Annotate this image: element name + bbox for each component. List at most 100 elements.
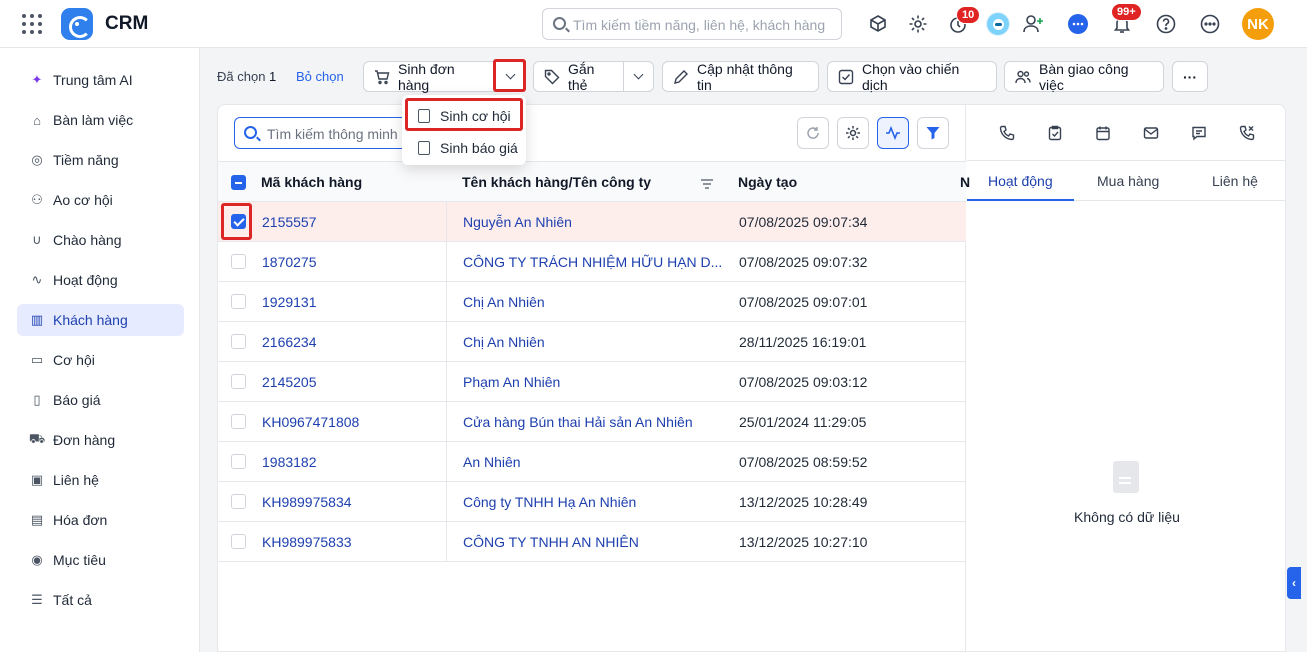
table-row[interactable]: 2166234 Chị An Nhiên 28/11/2025 16:19:01 <box>218 322 966 362</box>
customer-name[interactable]: Chị An Nhiên <box>463 294 545 310</box>
call-log-icon[interactable] <box>1239 125 1255 141</box>
app-launcher-icon[interactable] <box>22 14 42 34</box>
sidebar-item-opportunities[interactable]: ▭ Cơ hội <box>17 344 184 376</box>
collapse-panel-button[interactable]: ‹ <box>1287 567 1301 599</box>
customer-code[interactable]: 1983182 <box>262 454 317 470</box>
tag-icon <box>544 69 560 85</box>
row-checkbox[interactable] <box>231 374 246 389</box>
calendar-icon[interactable] <box>1095 125 1111 141</box>
help-icon[interactable] <box>1154 12 1178 36</box>
pencil-icon <box>673 69 689 85</box>
column-header-name[interactable]: Tên khách hàng/Tên công ty <box>462 174 651 190</box>
customer-code[interactable]: 1870275 <box>262 254 317 270</box>
column-divider <box>446 282 447 322</box>
chat-icon[interactable] <box>1066 12 1090 36</box>
box-search-icon[interactable] <box>866 12 890 36</box>
sidebar-item-leads[interactable]: ◎ Tiềm năng <box>17 144 184 176</box>
row-checkbox[interactable] <box>231 294 246 309</box>
customer-name[interactable]: CÔNG TY TRÁCH NHIỆM HỮU HẠN D... <box>463 254 722 270</box>
sidebar-item-all[interactable]: ☰ Tất cả <box>17 584 184 616</box>
settings-icon[interactable] <box>906 12 930 36</box>
table-row[interactable]: 1870275 CÔNG TY TRÁCH NHIỆM HỮU HẠN D... 0… <box>218 242 966 282</box>
sidebar-item-offers[interactable]: ∪ Chào hàng <box>17 224 184 256</box>
tag-button[interactable]: Gắn thẻ <box>533 61 654 93</box>
customer-code[interactable]: 2166234 <box>262 334 317 350</box>
tab-contacts[interactable]: Liên hệ <box>1212 173 1258 189</box>
table-row[interactable]: 2145205 Phạm An Nhiên 07/08/2025 09:03:12 <box>218 362 966 402</box>
table-row[interactable]: KH989975834 Công ty TNHH Hạ An Nhiên 13/12… <box>218 482 966 522</box>
sidebar-item-contacts[interactable]: ▣ Liên hệ <box>17 464 184 496</box>
column-header-code[interactable]: Mã khách hàng <box>261 174 362 190</box>
page-scrollbar[interactable] <box>1301 48 1307 652</box>
tab-activities[interactable]: Hoạt động <box>988 173 1053 189</box>
sidebar-item-ai-center[interactable]: ✦ Trung tâm AI <box>17 64 184 96</box>
sidebar-item-opportunity-pool[interactable]: ⚇ Ao cơ hội <box>17 184 184 216</box>
row-checkbox[interactable] <box>231 534 246 549</box>
global-search-input[interactable] <box>573 15 833 35</box>
tag-dropdown-toggle[interactable] <box>623 62 653 91</box>
user-avatar[interactable]: NK <box>1242 8 1274 40</box>
building-icon: ▥ <box>30 312 44 327</box>
global-search[interactable] <box>542 8 842 40</box>
table-row[interactable]: KH989975833 CÔNG TY TNHH AN NHIÊN 13/12/20… <box>218 522 966 562</box>
add-to-campaign-button[interactable]: Chọn vào chiến dịch <box>827 61 997 93</box>
row-checkbox[interactable] <box>231 414 246 429</box>
customer-name[interactable]: Cửa hàng Bún thai Hải sản An Nhiên <box>463 414 693 430</box>
more-actions-button[interactable]: ··· <box>1172 61 1208 92</box>
customer-code[interactable]: KH989975834 <box>262 494 352 510</box>
table-row[interactable]: 1929131 Chị An Nhiên 07/08/2025 09:07:01 <box>218 282 966 322</box>
sidebar-item-goals[interactable]: ◉ Mục tiêu <box>17 544 184 576</box>
more-menu-icon[interactable] <box>1198 12 1222 36</box>
sidebar-item-activities[interactable]: ∿ Hoạt động <box>17 264 184 296</box>
phone-icon[interactable] <box>999 125 1015 141</box>
tab-purchases[interactable]: Mua hàng <box>1097 173 1159 189</box>
customer-name[interactable]: Chị An Nhiên <box>463 334 545 350</box>
customer-name[interactable]: Phạm An Nhiên <box>463 374 560 390</box>
smart-search-input[interactable] <box>267 124 407 144</box>
sidebar-item-workspace[interactable]: ⌂ Bàn làm việc <box>17 104 184 136</box>
deselect-link[interactable]: Bỏ chọn <box>296 69 344 84</box>
customer-name[interactable]: CÔNG TY TNHH AN NHIÊN <box>463 534 639 550</box>
add-user-icon[interactable] <box>1022 12 1046 36</box>
column-header-created[interactable]: Ngày tạo <box>738 174 797 190</box>
row-checkbox[interactable] <box>231 254 246 269</box>
update-info-button[interactable]: Cập nhật thông tin <box>662 61 819 93</box>
table-row[interactable]: 2155557 Nguyễn An Nhiên 07/08/2025 09:07:3… <box>218 202 966 242</box>
customer-name[interactable]: Công ty TNHH Hạ An Nhiên <box>463 494 636 510</box>
email-icon[interactable] <box>1143 125 1159 141</box>
smart-search[interactable] <box>234 117 414 149</box>
select-all-checkbox[interactable] <box>231 175 246 190</box>
top-bar: CRM 10 99+ NK <box>0 0 1307 48</box>
sidebar-item-invoices[interactable]: ▤ Hóa đơn <box>17 504 184 536</box>
pulse-icon: ∿ <box>31 272 43 287</box>
table-row[interactable]: 1983182 An Nhiên 07/08/2025 08:59:52 <box>218 442 966 482</box>
customer-name[interactable]: An Nhiên <box>463 454 521 470</box>
customer-code[interactable]: KH0967471808 <box>262 414 359 430</box>
refresh-button[interactable] <box>797 117 829 149</box>
row-checkbox[interactable] <box>231 494 246 509</box>
handover-button[interactable]: Bàn giao công việc <box>1004 61 1164 93</box>
customer-code[interactable]: 2145205 <box>262 374 317 390</box>
row-checkbox[interactable] <box>231 334 246 349</box>
ai-assistant-avatar[interactable] <box>986 12 1010 36</box>
table-row[interactable]: KH0967471808 Cửa hàng Bún thai Hải sản An… <box>218 402 966 442</box>
sidebar-item-quotes[interactable]: ▯ Báo giá <box>17 384 184 416</box>
row-checkbox[interactable] <box>231 454 246 469</box>
customer-code[interactable]: 2155557 <box>262 214 317 230</box>
column-divider <box>446 362 447 402</box>
activity-view-button[interactable] <box>877 117 909 149</box>
message-icon[interactable] <box>1191 125 1207 141</box>
column-settings-button[interactable] <box>837 117 869 149</box>
task-icon[interactable] <box>1047 125 1063 141</box>
sidebar-item-orders[interactable]: ⛟ Đơn hàng <box>17 424 184 456</box>
menu-item-create-quote[interactable]: Sinh báo giá <box>406 133 522 163</box>
filter-button[interactable] <box>917 117 949 149</box>
customer-name[interactable]: Nguyễn An Nhiên <box>463 214 572 230</box>
customer-code[interactable]: KH989975833 <box>262 534 352 550</box>
timer-badge: 10 <box>956 6 981 24</box>
sidebar-item-customers[interactable]: ▥ Khách hàng <box>17 304 184 336</box>
column-filter-icon[interactable] <box>700 177 714 193</box>
created-date: 07/08/2025 09:03:12 <box>739 374 868 390</box>
customer-code[interactable]: 1929131 <box>262 294 317 310</box>
sidebar-item-label: Tất cả <box>53 592 92 608</box>
